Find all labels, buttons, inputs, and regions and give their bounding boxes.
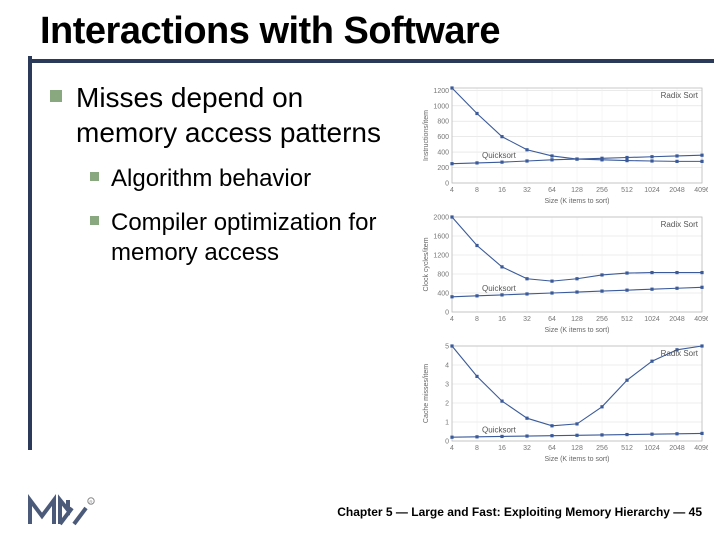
svg-text:4096: 4096: [694, 187, 708, 194]
svg-text:3: 3: [445, 382, 449, 389]
bullet-item: Misses depend on memory access patterns: [50, 80, 390, 150]
svg-text:64: 64: [548, 445, 556, 452]
svg-text:0: 0: [445, 439, 449, 446]
svg-text:8: 8: [475, 445, 479, 452]
square-bullet-icon: [90, 172, 99, 181]
svg-text:1000: 1000: [433, 103, 449, 110]
svg-text:Size (K items to sort): Size (K items to sort): [545, 198, 610, 205]
svg-text:8: 8: [475, 316, 479, 323]
svg-text:Size (K items to sort): Size (K items to sort): [545, 456, 610, 463]
svg-text:Size (K items to sort): Size (K items to sort): [545, 327, 610, 334]
svg-text:4: 4: [450, 445, 454, 452]
svg-text:Instructions/item: Instructions/item: [423, 110, 430, 161]
chart-clock-cycles: 0 400 800 1200 1600 2000 4 8 16 32 64 128 256 512 1024…: [418, 209, 708, 334]
svg-text:2: 2: [445, 401, 449, 408]
svg-text:Quicksort: Quicksort: [482, 284, 517, 293]
bullet-text: Misses depend on memory access patterns: [76, 80, 390, 150]
svg-text:400: 400: [437, 150, 449, 157]
svg-text:4: 4: [450, 187, 454, 194]
sub-bullet-text: Algorithm behavior: [111, 164, 311, 194]
svg-text:1: 1: [445, 420, 449, 427]
svg-text:Clock cycles/item: Clock cycles/item: [423, 237, 430, 291]
square-bullet-icon: [90, 216, 99, 225]
sub-bullet-item: Compiler optimization for memory access: [90, 208, 390, 268]
sub-bullet-item: Algorithm behavior: [90, 164, 390, 194]
left-vertical-rule: [28, 56, 32, 450]
svg-text:1024: 1024: [644, 445, 660, 452]
title-area: Interactions with Software: [0, 0, 720, 63]
svg-text:Quicksort: Quicksort: [482, 151, 517, 160]
svg-text:1024: 1024: [644, 316, 660, 323]
svg-text:8: 8: [475, 187, 479, 194]
svg-text:600: 600: [437, 134, 449, 141]
svg-text:400: 400: [437, 291, 449, 298]
svg-text:2048: 2048: [669, 316, 685, 323]
svg-text:16: 16: [498, 316, 506, 323]
svg-text:256: 256: [596, 445, 608, 452]
svg-text:512: 512: [621, 316, 633, 323]
square-bullet-icon: [50, 90, 62, 102]
chart-cache-misses: 0 1 2 3 4 5 4 8 16 32 64 128 256 512 1024 2048 4096 Radix…: [418, 338, 708, 463]
svg-text:4: 4: [445, 363, 449, 370]
svg-text:128: 128: [571, 187, 583, 194]
svg-text:Radix Sort: Radix Sort: [661, 220, 699, 229]
footer: R Chapter 5 — Large and Fast: Exploiting…: [0, 494, 720, 530]
svg-text:0: 0: [445, 310, 449, 317]
svg-text:Cache misses/item: Cache misses/item: [423, 364, 430, 423]
svg-text:800: 800: [437, 272, 449, 279]
svg-text:4096: 4096: [694, 316, 708, 323]
svg-text:1200: 1200: [433, 253, 449, 260]
page-title: Interactions with Software: [0, 0, 720, 59]
svg-text:512: 512: [621, 187, 633, 194]
svg-text:4096: 4096: [694, 445, 708, 452]
svg-text:1024: 1024: [644, 187, 660, 194]
svg-text:16: 16: [498, 187, 506, 194]
svg-text:64: 64: [548, 316, 556, 323]
svg-text:800: 800: [437, 119, 449, 126]
svg-text:64: 64: [548, 187, 556, 194]
svg-text:128: 128: [571, 445, 583, 452]
footer-text: Chapter 5 — Large and Fast: Exploiting M…: [337, 505, 702, 519]
svg-text:1200: 1200: [433, 88, 449, 95]
svg-text:200: 200: [437, 165, 449, 172]
svg-text:2048: 2048: [669, 187, 685, 194]
svg-text:Radix Sort: Radix Sort: [661, 349, 699, 358]
svg-text:5: 5: [445, 344, 449, 351]
svg-text:2048: 2048: [669, 445, 685, 452]
sub-bullet-list: Algorithm behavior Compiler optimization…: [90, 164, 390, 268]
svg-text:128: 128: [571, 316, 583, 323]
svg-text:256: 256: [596, 187, 608, 194]
sub-bullet-text: Compiler optimization for memory access: [111, 208, 390, 268]
svg-text:Quicksort: Quicksort: [482, 425, 517, 434]
title-underline: [28, 59, 714, 63]
chart-instructions: 0 200 400 600 800 1000 1200 4 8 16 32 64 128 256 512 10…: [418, 80, 708, 205]
svg-text:1600: 1600: [433, 234, 449, 241]
svg-text:256: 256: [596, 316, 608, 323]
svg-text:Radix Sort: Radix Sort: [661, 91, 699, 100]
svg-text:512: 512: [621, 445, 633, 452]
content-block: Misses depend on memory access patterns …: [50, 80, 390, 282]
svg-text:0: 0: [445, 181, 449, 188]
svg-text:32: 32: [523, 445, 531, 452]
chart-column: 0200400600800100012004816326412825651210…: [418, 80, 708, 463]
slide: Interactions with Software Misses depend…: [0, 0, 720, 540]
svg-text:4: 4: [450, 316, 454, 323]
svg-text:2000: 2000: [433, 215, 449, 222]
svg-text:32: 32: [523, 187, 531, 194]
publisher-logo: R: [28, 494, 98, 530]
svg-text:32: 32: [523, 316, 531, 323]
svg-text:16: 16: [498, 445, 506, 452]
